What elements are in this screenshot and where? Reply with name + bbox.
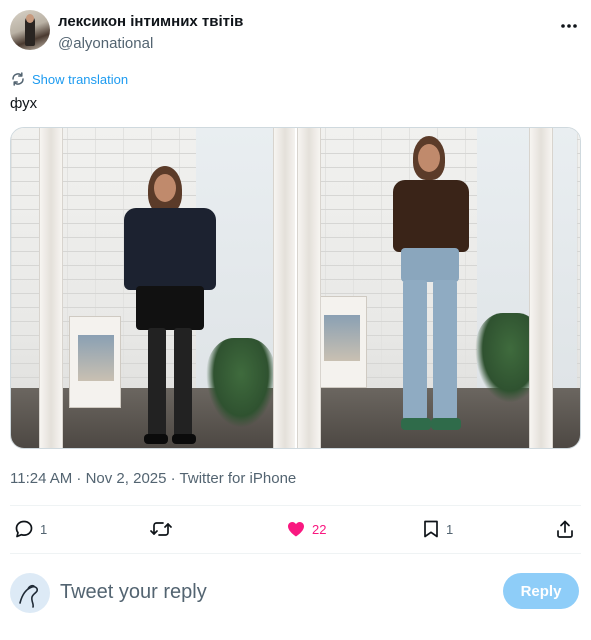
reply-composer: Reply: [10, 570, 581, 614]
reply-button[interactable]: 1: [14, 519, 47, 539]
retweet-button[interactable]: [150, 519, 178, 539]
avatar-head: [26, 14, 34, 23]
author-display-name[interactable]: лексикон інтимних твітів: [58, 13, 243, 30]
tweet-actions: 1 22 1: [10, 507, 581, 551]
reply-count: 1: [40, 521, 48, 537]
bookmark-icon: [424, 520, 438, 538]
divider: [10, 505, 581, 506]
heart-icon: [288, 522, 304, 537]
translate-icon: [12, 72, 24, 86]
tweet-header: лексикон інтимних твітів @alyonational: [10, 10, 581, 56]
show-translation-link[interactable]: Show translation: [10, 70, 128, 88]
bookmark-button[interactable]: 1: [422, 519, 453, 539]
tweet-timestamp[interactable]: 11:24 AM · Nov 2, 2025 · Twitter for iPh…: [10, 470, 296, 487]
mirror-frame-right: [528, 128, 553, 448]
share-icon: [557, 520, 573, 538]
share-button[interactable]: [555, 519, 575, 539]
like-count: 22: [312, 521, 327, 537]
mirror-selfie-photo-jeans-outfit[interactable]: [296, 128, 580, 448]
current-user-avatar: [10, 573, 50, 613]
reply-input[interactable]: [60, 579, 440, 605]
tweet-text: фух: [10, 95, 38, 112]
mirror-frame-right: [273, 128, 295, 448]
retweet-icon: [150, 522, 172, 536]
tweet-media-grid: [10, 127, 581, 449]
reply-icon: [15, 520, 33, 538]
mirror-frame-left: [296, 128, 321, 448]
author-handle[interactable]: @alyonational: [58, 35, 153, 52]
author-avatar[interactable]: [10, 10, 50, 50]
more-options-icon[interactable]: [559, 16, 579, 36]
plant: [206, 338, 276, 428]
reply-submit-button[interactable]: Reply: [503, 573, 579, 609]
mirror-frame-left: [39, 128, 63, 448]
poster: [69, 316, 121, 408]
divider: [10, 553, 581, 554]
poster: [314, 296, 367, 388]
like-button[interactable]: 22: [286, 519, 326, 539]
bookmark-count: 1: [446, 521, 454, 537]
mirror-selfie-photo-dark-outfit[interactable]: [11, 128, 295, 448]
show-translation-label: Show translation: [32, 71, 129, 87]
